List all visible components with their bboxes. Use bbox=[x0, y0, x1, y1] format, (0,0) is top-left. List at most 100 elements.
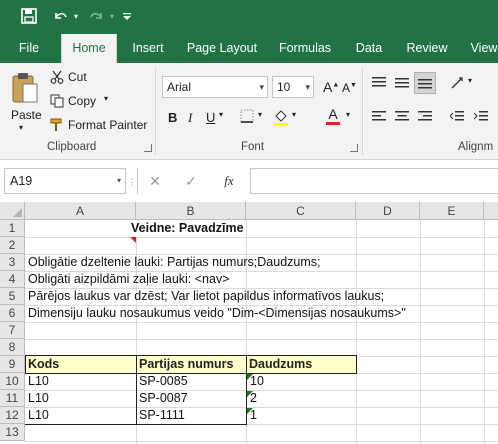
copy-icon[interactable] bbox=[49, 93, 65, 109]
cell-b9[interactable]: Partijas numurs bbox=[136, 355, 247, 374]
number-as-text-indicator bbox=[247, 408, 253, 414]
tab-home[interactable]: Home bbox=[61, 34, 117, 63]
formula-bar-separator bbox=[137, 168, 138, 194]
tab-formulas[interactable]: Formulas bbox=[272, 34, 338, 63]
cell-a3[interactable]: Obligātie dzeltenie lauki: Partijas numu… bbox=[26, 254, 321, 271]
align-top-icon[interactable] bbox=[370, 75, 388, 91]
paste-dropdown-icon[interactable]: ▾ bbox=[19, 123, 23, 132]
decrease-indent-icon[interactable] bbox=[448, 109, 466, 125]
format-painter-icon[interactable] bbox=[49, 117, 65, 133]
cell-a10[interactable]: L10 bbox=[26, 373, 49, 390]
row-header-7[interactable]: 7 bbox=[0, 322, 25, 339]
undo-icon[interactable] bbox=[49, 5, 71, 27]
copy-button[interactable]: Copy bbox=[68, 94, 96, 108]
column-header-e[interactable]: E bbox=[420, 202, 484, 220]
column-header-c[interactable]: C bbox=[246, 202, 356, 220]
enter-icon[interactable]: ✓ bbox=[182, 173, 200, 189]
italic-button[interactable]: I bbox=[188, 110, 192, 126]
tab-review[interactable]: Review bbox=[400, 34, 454, 63]
align-left-icon[interactable] bbox=[370, 109, 388, 125]
clipboard-launcher-icon[interactable] bbox=[144, 144, 152, 152]
column-header-d[interactable]: D bbox=[356, 202, 420, 220]
cell-a5[interactable]: Pārējos laukus var dzēst; Var lietot pap… bbox=[26, 288, 384, 305]
save-icon[interactable] bbox=[18, 5, 40, 27]
row-header-5[interactable]: 5 bbox=[0, 288, 25, 305]
tab-data[interactable]: Data bbox=[346, 34, 392, 63]
row-header-13[interactable]: 13 bbox=[0, 424, 25, 441]
row-header-10[interactable]: 10 bbox=[0, 373, 25, 390]
orientation-dropdown-icon[interactable]: ▾ bbox=[468, 76, 472, 85]
cell-b12[interactable]: SP-1111 bbox=[137, 407, 185, 424]
align-center-icon[interactable] bbox=[393, 109, 411, 125]
row-header-11[interactable]: 11 bbox=[0, 390, 25, 407]
paste-icon[interactable] bbox=[10, 69, 40, 107]
underline-dropdown-icon[interactable]: ▾ bbox=[219, 110, 223, 119]
tab-insert[interactable]: Insert bbox=[124, 34, 172, 63]
row-header-6[interactable]: 6 bbox=[0, 305, 25, 322]
row-header-2[interactable]: 2 bbox=[0, 237, 25, 254]
shrink-font-button[interactable]: A▼ bbox=[342, 81, 357, 95]
row-header-12[interactable]: 12 bbox=[0, 407, 25, 424]
row-header-4[interactable]: 4 bbox=[0, 271, 25, 288]
cell-a9[interactable]: Kods bbox=[25, 355, 137, 374]
align-middle-icon[interactable] bbox=[393, 75, 411, 91]
cell-a4[interactable]: Obligāti aizpildāmi zaļie lauki: <nav> bbox=[26, 271, 230, 288]
align-bottom-icon[interactable] bbox=[414, 72, 436, 94]
table-border bbox=[246, 373, 247, 424]
cell-a11[interactable]: L10 bbox=[26, 390, 49, 407]
paste-button[interactable]: Paste bbox=[11, 108, 42, 122]
formula-input[interactable] bbox=[250, 168, 498, 194]
ribbon: Paste ▾ Cut Copy ▾ Format Painter Clipbo… bbox=[0, 63, 498, 160]
formula-bar: A19 ▾ ⋮ ✕ ✓ fx bbox=[0, 160, 498, 202]
grow-font-button[interactable]: A▲ bbox=[323, 79, 339, 95]
name-box[interactable]: A19 ▾ bbox=[4, 168, 126, 194]
redo-dropdown-icon: ▾ bbox=[109, 11, 114, 21]
cell-b10[interactable]: SP-0085 bbox=[137, 373, 188, 390]
format-painter-button[interactable]: Format Painter bbox=[68, 118, 147, 132]
redo-icon bbox=[86, 5, 108, 27]
font-size-select[interactable]: 10 ▾ bbox=[272, 76, 314, 98]
quick-access-toolbar: ▾ ▾ bbox=[0, 0, 498, 34]
tab-view[interactable]: View bbox=[462, 34, 498, 63]
column-header-a[interactable]: A bbox=[25, 202, 136, 220]
scissors-icon[interactable] bbox=[49, 69, 65, 85]
number-as-text-indicator bbox=[247, 391, 253, 397]
increase-indent-icon[interactable] bbox=[472, 109, 490, 125]
formula-bar-grip-icon: ⋮ bbox=[127, 176, 137, 187]
fill-color-dropdown-icon[interactable]: ▾ bbox=[292, 110, 296, 119]
font-color-dropdown-icon[interactable]: ▾ bbox=[346, 110, 350, 119]
cell-c9[interactable]: Daudzums bbox=[246, 355, 357, 374]
row-header-8[interactable]: 8 bbox=[0, 339, 25, 356]
cut-button[interactable]: Cut bbox=[68, 70, 87, 84]
cell-a12[interactable]: L10 bbox=[26, 407, 49, 424]
row-header-1[interactable]: 1 bbox=[0, 220, 25, 237]
font-launcher-icon[interactable] bbox=[350, 144, 358, 152]
font-color-icon[interactable]: A bbox=[324, 105, 342, 127]
alignment-group-label: Alignm bbox=[458, 141, 494, 153]
fill-color-icon[interactable] bbox=[272, 107, 290, 127]
column-header-b[interactable]: B bbox=[136, 202, 246, 220]
cell-b11[interactable]: SP-0087 bbox=[137, 390, 188, 407]
column-header-f[interactable] bbox=[484, 202, 498, 220]
align-right-icon[interactable] bbox=[416, 109, 434, 125]
undo-dropdown-icon[interactable]: ▾ bbox=[70, 5, 82, 27]
bold-button[interactable]: B bbox=[168, 110, 177, 125]
row-header-3[interactable]: 3 bbox=[0, 254, 25, 271]
select-all-button[interactable] bbox=[0, 202, 25, 220]
cancel-icon[interactable]: ✕ bbox=[146, 173, 164, 189]
underline-button[interactable]: U bbox=[206, 110, 215, 125]
tab-page-layout[interactable]: Page Layout bbox=[180, 34, 264, 63]
name-box-dropdown-icon[interactable]: ▾ bbox=[117, 169, 121, 193]
customize-icon[interactable] bbox=[120, 5, 134, 27]
copy-dropdown-icon[interactable]: ▾ bbox=[104, 94, 108, 103]
font-name-select[interactable]: Arial ▾ bbox=[162, 76, 268, 98]
row-header-9[interactable]: 9 bbox=[0, 356, 25, 373]
insert-function-icon[interactable]: fx bbox=[218, 172, 240, 190]
borders-icon[interactable] bbox=[238, 107, 256, 125]
borders-dropdown-icon[interactable]: ▾ bbox=[258, 110, 262, 119]
cell-a6[interactable]: Dimensiju lauku nosaukumus veido "Dim-<D… bbox=[26, 305, 406, 322]
tab-file[interactable]: File bbox=[6, 34, 52, 63]
orientation-icon[interactable] bbox=[448, 75, 468, 91]
cell-b1[interactable]: Veidne: Pavadzīme bbox=[129, 220, 244, 237]
number-as-text-indicator bbox=[247, 374, 253, 380]
